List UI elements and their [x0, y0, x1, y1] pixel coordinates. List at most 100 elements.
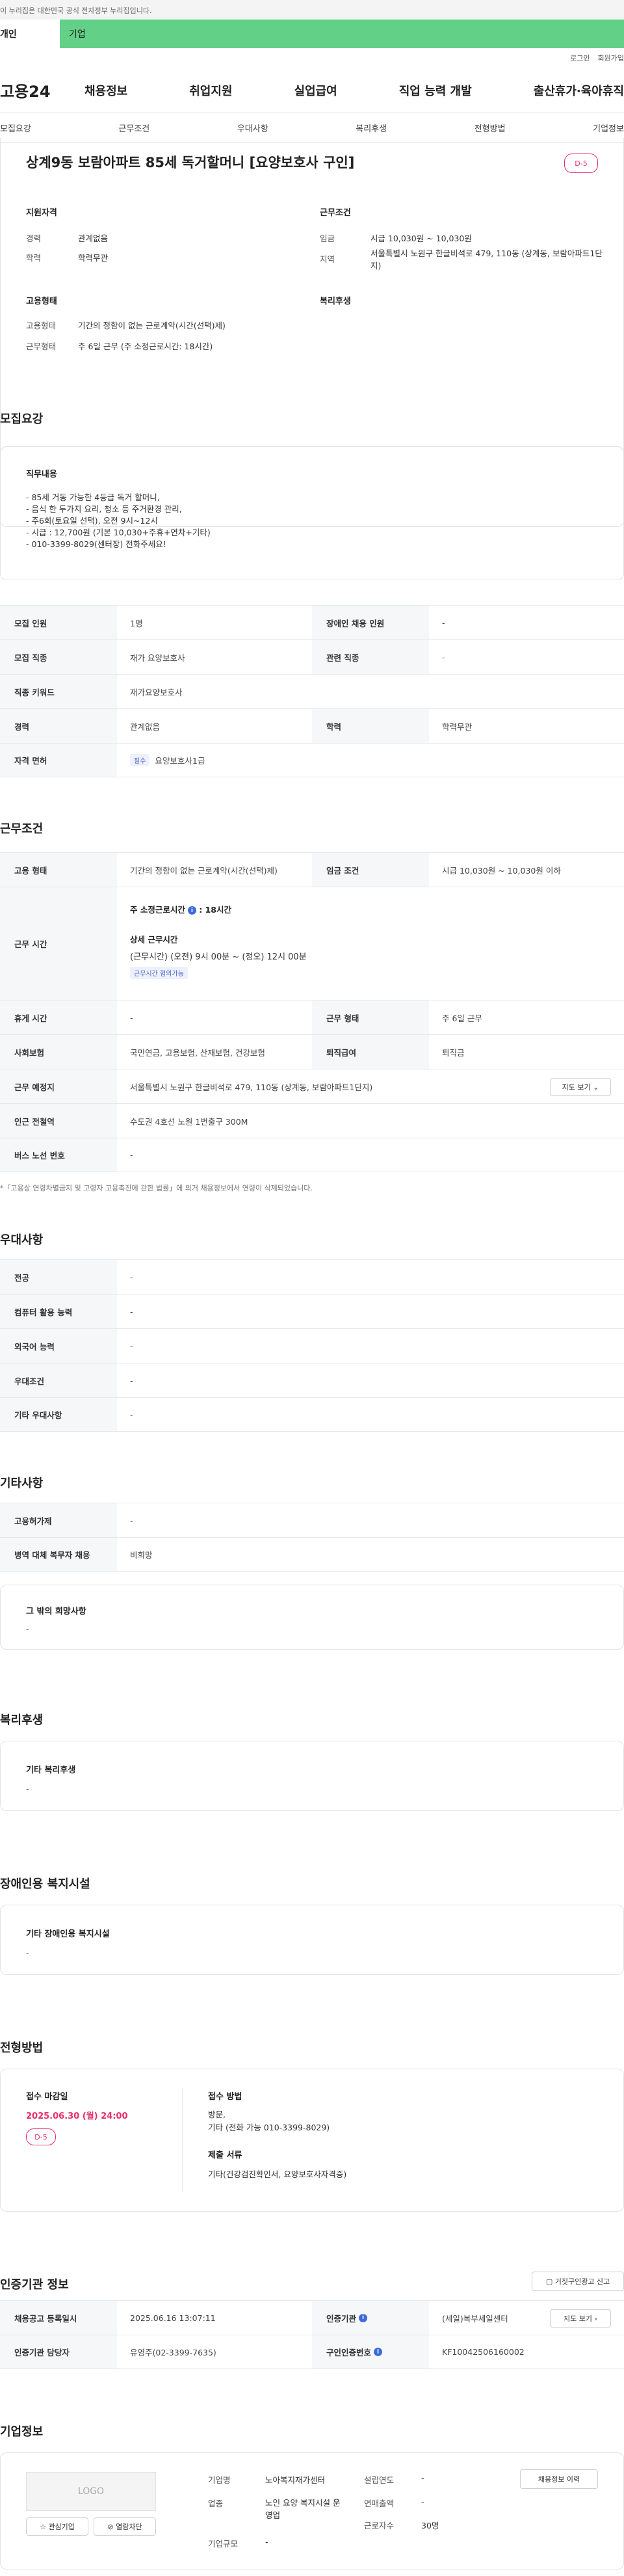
table-header-cell: 근무 시간 [0, 887, 117, 1000]
agency-section-title: 인증기관 정보 [0, 2278, 69, 2292]
detail-hours-title: 상세 근무시간 [130, 935, 178, 945]
table-row: 버스 노선 번호 - [0, 1138, 624, 1172]
other-wishes-box [0, 1585, 624, 1650]
table-header-cell: 인증기관 담당자 [0, 2335, 117, 2368]
table-header-cell: 경력 [0, 709, 117, 743]
tab-work-conditions[interactable]: 근무조건 [118, 122, 150, 134]
company-logo: LOGO [26, 2472, 156, 2511]
agency-map-button[interactable]: 지도 보기 › [550, 2309, 611, 2328]
global-nav: 고용24 채용정보 취업지원 실업급여 직업 능력 개발 출산휴가·육아휴직 [0, 68, 624, 113]
table-header-cell: 고용허가제 [0, 1503, 117, 1537]
table-header-cell: 임금 조건 [312, 853, 429, 887]
table-row: 모집 직종 재가 요양보호사 관련 직종 - [0, 639, 624, 674]
table-header-cell: 병역 대체 복무자 채용 [0, 1538, 117, 1571]
deadline-dday-badge: D-5 [26, 2128, 56, 2145]
table-cell: 학력무관 [442, 721, 473, 732]
qual-title: 지원자격 [26, 208, 57, 218]
gnb-item-parental-leave[interactable]: 출산휴가·육아휴직 [534, 82, 624, 99]
tab-recruit[interactable]: 모집요강 [0, 122, 31, 134]
table-cell: 관계없음 [130, 721, 161, 732]
block-view-button[interactable]: ⊘ 열람차단 [94, 2517, 156, 2536]
job-history-button[interactable]: 채용정보 이력 [520, 2469, 598, 2489]
tab-personal[interactable]: 개인 [0, 20, 60, 48]
table-cell: - [130, 1515, 133, 1525]
age-law-note: *「고용상 연령차별금지 및 고령자 고용촉진에 관한 법률」에 의거 채용정보… [0, 1184, 313, 1192]
table-cell: 수도권 4호선 노원 1번출구 300M [130, 1116, 248, 1127]
table-row: 병역 대체 복무자 채용 비희망 [0, 1537, 624, 1572]
employee-count-label: 근로자수 [364, 2521, 395, 2530]
table-header-cell: 구인인증번호 i [312, 2335, 429, 2368]
disab-box-title: 기타 장애인용 복지시설 [26, 1929, 110, 1939]
cond-title: 근무조건 [320, 208, 351, 218]
table-header-cell: 휴게 시간 [0, 1000, 117, 1034]
table-header-cell: 인증기관 i [312, 2301, 429, 2335]
emp-title: 고용형태 [26, 297, 57, 306]
tab-company[interactable]: 기업 [60, 20, 624, 48]
table-cell: - [130, 1150, 133, 1160]
tab-company-info[interactable]: 기업정보 [593, 122, 624, 134]
false-ad-report-button[interactable]: ▢ 거짓구인광고 신고 [532, 2272, 624, 2291]
info-icon[interactable]: i [374, 2348, 383, 2356]
table-row: 고용허가제 - [0, 1503, 624, 1537]
signup-link[interactable]: 회원가입 [598, 53, 624, 63]
company-name-value: 노아복지재가센터 [265, 2475, 326, 2485]
info-icon[interactable]: i [359, 2313, 368, 2322]
user-type-tabs: 개인 기업 [0, 20, 624, 48]
table-cell: - [130, 1012, 133, 1023]
table-cell: - [130, 1306, 133, 1317]
table-row: 외국어 능력 - [0, 1328, 624, 1363]
table-cell: 비희망 [130, 1550, 153, 1560]
gnb-item-training[interactable]: 직업 능력 개발 [399, 82, 472, 99]
table-header-cell: 컴퓨터 활용 능력 [0, 1295, 117, 1328]
weekly-hours-label: 주 소정근로시간 [130, 905, 185, 915]
table-header-cell: 직종 키워드 [0, 675, 117, 708]
table-cell: 2025.06.16 13:07:11 [130, 2313, 216, 2323]
company-section-title: 기업정보 [0, 2425, 44, 2439]
industry-value: 노인 요양 복지시설 운영업 [265, 2498, 341, 2520]
method-value: 방문, [208, 2110, 226, 2119]
table-header-cell: 관련 직종 [312, 640, 429, 674]
chevron-right-icon: › [594, 2314, 597, 2323]
other-wishes-title: 그 밖의 희망사항 [26, 1607, 86, 1617]
map-view-button[interactable]: 지도 보기 ⌄ [550, 1078, 611, 1096]
welfare-section-title: 복리후생 [0, 1713, 44, 1727]
map-view-label: 지도 보기 [564, 2314, 593, 2323]
login-link[interactable]: 로그인 [570, 53, 590, 63]
report-icon: ▢ [545, 2277, 553, 2286]
gnb-item-unemployment[interactable]: 실업급여 [294, 82, 337, 99]
company-size-label: 기업규모 [208, 2539, 239, 2549]
site-logo[interactable]: 고용24 [0, 79, 84, 101]
disab-box-value: - [26, 1948, 29, 1957]
table-row: 모집 인원 1명 장애인 채용 인원 - [0, 605, 624, 639]
exp-value: 관계없음 [78, 234, 109, 243]
welfare-box [0, 1741, 624, 1811]
weekly-hours-value: : 18시간 [199, 905, 231, 915]
table-cell: KF10042506160002 [442, 2347, 525, 2357]
duty-line: - 010-3399-8029(센터장) 전화주세요! [26, 539, 166, 549]
table-row: 자격 면허 필수 요양보호사1급 [0, 743, 624, 777]
table-header-cell: 기타 우대사항 [0, 1398, 117, 1431]
table-header-cell: 장애인 채용 인원 [312, 606, 429, 639]
welfare-box-title: 기타 복리후생 [26, 1765, 76, 1775]
favorite-label: 관심기업 [48, 2523, 75, 2531]
info-icon[interactable]: i [187, 906, 196, 915]
table-row: 인근 전철역 수도권 4호선 노원 1번출구 300M [0, 1103, 624, 1138]
gnb-item-employment-support[interactable]: 취업지원 [189, 82, 232, 99]
table-header-cell: 버스 노선 번호 [0, 1138, 117, 1172]
gnb-menu: 채용정보 취업지원 실업급여 직업 능력 개발 출산휴가·육아휴직 [84, 82, 624, 99]
loc-label: 지역 [320, 254, 335, 264]
selection-box [0, 2069, 624, 2212]
gnb-item-jobs[interactable]: 채용정보 [84, 82, 127, 99]
deadline-value: 2025.06.30 (월) 24:00 [26, 2112, 128, 2121]
table-cell: - [442, 652, 445, 662]
table-header-cell: 근무 예정지 [0, 1069, 117, 1103]
duty-line: - 음식 한 두가지 요리, 청소 등 주거환경 관리, [26, 504, 182, 514]
wage-value: 시급 10,030원 ~ 10,030원 [370, 234, 472, 243]
favorite-company-button[interactable]: ☆ 관심기업 [26, 2517, 88, 2536]
table-cell: 국민연금, 고용보험, 산재보험, 건강보험 [130, 1047, 265, 1058]
tab-welfare[interactable]: 복리후생 [356, 122, 387, 134]
table-row: 채용공고 등록일시 2025.06.16 13:07:11 인증기관 i (세일)… [0, 2300, 624, 2335]
tab-preferences[interactable]: 우대사항 [237, 122, 268, 134]
industry-label: 업종 [208, 2499, 224, 2508]
tab-selection[interactable]: 전형방법 [474, 122, 506, 134]
